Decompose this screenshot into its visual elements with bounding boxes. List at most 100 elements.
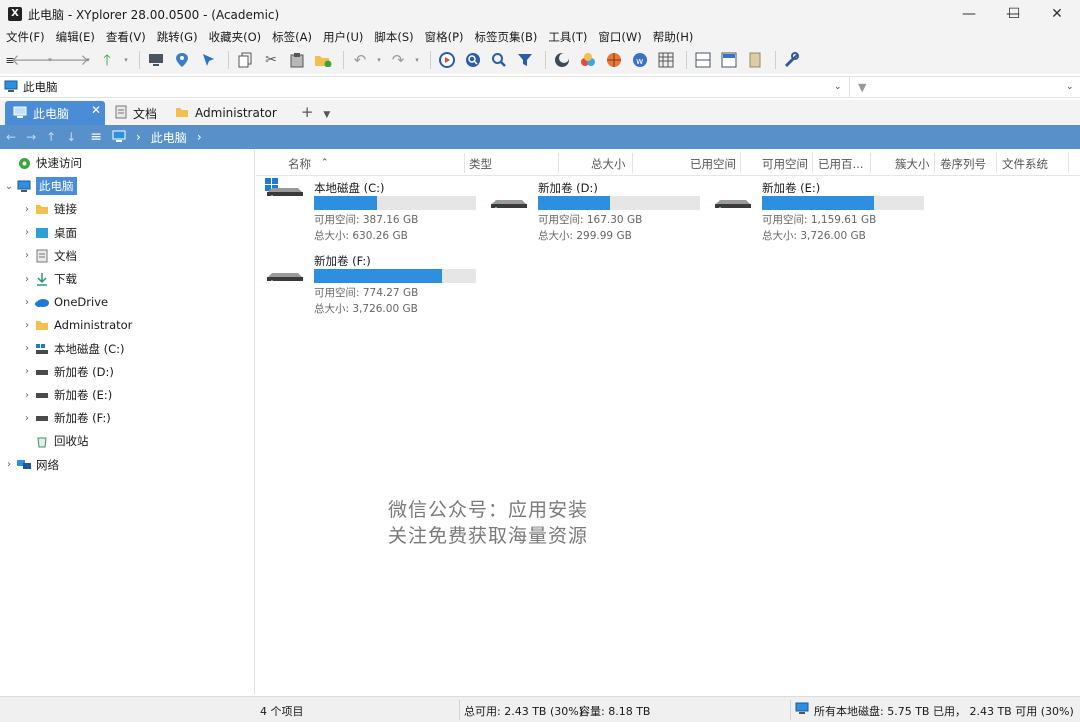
column-separator[interactable] xyxy=(934,153,935,173)
column-total-size[interactable]: 总大小 xyxy=(591,156,626,172)
tree-item[interactable]: › 新加卷 (D:) xyxy=(0,361,255,383)
up-dropdown-icon[interactable]: ▾ xyxy=(122,49,130,71)
chevron-right-icon[interactable]: › xyxy=(20,297,34,308)
chevron-right-icon[interactable]: › xyxy=(20,390,34,401)
new-folder-icon[interactable] xyxy=(312,49,334,71)
menu-item[interactable]: 查看(V) xyxy=(106,29,146,45)
forward-dropdown-icon[interactable]: ▾ xyxy=(84,49,92,71)
back-icon[interactable]: 🡐 xyxy=(11,49,51,71)
menu-item[interactable]: 收藏夹(O) xyxy=(209,29,262,45)
column-cluster-size[interactable]: 簇大小 xyxy=(895,156,930,172)
column-type[interactable]: 类型 xyxy=(469,156,492,172)
tree-item[interactable]: › OneDrive xyxy=(0,291,255,313)
minimize-button-visible[interactable]: — xyxy=(946,0,992,28)
column-separator[interactable] xyxy=(632,153,633,173)
chevron-down-icon[interactable]: ⌄ xyxy=(2,181,16,192)
tree-item[interactable]: › 下载 xyxy=(0,268,255,290)
split-h-icon[interactable] xyxy=(692,49,714,71)
tree-item[interactable]: › 文档 xyxy=(0,245,255,267)
column-free-space[interactable]: 可用空间 xyxy=(762,156,808,172)
badge-icon[interactable]: w xyxy=(629,49,651,71)
menu-item[interactable]: 跳转(G) xyxy=(157,29,198,45)
copy-icon[interactable] xyxy=(234,49,256,71)
column-separator[interactable] xyxy=(464,153,465,173)
address-input[interactable]: 此电脑 xyxy=(0,77,850,97)
tools-icon[interactable] xyxy=(781,49,803,71)
new-tab-icon[interactable]: + xyxy=(301,103,314,121)
menu-item[interactable]: 用户(U) xyxy=(323,29,363,45)
tab-documents[interactable]: 文档 xyxy=(107,101,165,125)
column-file-system[interactable]: 文件系统 xyxy=(1002,156,1048,172)
chevron-right-icon[interactable]: › xyxy=(20,250,34,261)
chevron-right-icon[interactable]: › xyxy=(136,130,141,144)
tree-item[interactable]: › 新加卷 (F:) xyxy=(0,407,255,429)
down-icon[interactable]: ↓ xyxy=(66,130,76,144)
column-separator[interactable] xyxy=(996,153,997,173)
tab-list-dropdown-icon[interactable]: ▼ xyxy=(323,110,330,120)
breadcrumb-menu-icon[interactable]: ≡ xyxy=(90,129,102,145)
drive-tile[interactable]: 本地磁盘 (C:) 可用空间: 387.16 GB 总大小: 630.26 GB xyxy=(264,178,478,244)
forward-icon[interactable]: → xyxy=(26,130,36,144)
tree-item[interactable]: › 新加卷 (E:) xyxy=(0,384,255,406)
basketball-icon[interactable] xyxy=(603,49,625,71)
tree-item[interactable]: › 网络 xyxy=(0,454,255,476)
up-icon[interactable]: ↑ xyxy=(46,130,56,144)
address-dropdown-icon[interactable]: ⌄ xyxy=(834,82,842,92)
menu-item[interactable]: 窗格(P) xyxy=(425,29,464,45)
filter-dropdown-icon[interactable]: ⌄ xyxy=(1066,82,1074,92)
menu-item[interactable]: 帮助(H) xyxy=(653,29,694,45)
menu-item[interactable]: 工具(T) xyxy=(548,29,587,45)
split-v-icon[interactable] xyxy=(718,49,740,71)
tab-close-icon[interactable]: ✕ xyxy=(91,103,101,117)
media-play-icon[interactable] xyxy=(436,49,458,71)
column-separator[interactable] xyxy=(870,153,871,173)
find-icon[interactable] xyxy=(488,49,510,71)
tree-item[interactable]: › 本地磁盘 (C:) xyxy=(0,338,255,360)
back-icon[interactable]: ← xyxy=(6,130,16,144)
book-icon[interactable] xyxy=(744,49,766,71)
location-pin-icon[interactable] xyxy=(171,49,193,71)
tree-item[interactable]: › Administrator xyxy=(0,314,255,336)
computer-icon[interactable] xyxy=(145,49,167,71)
chevron-right-icon[interactable]: › xyxy=(20,320,34,331)
cut-icon[interactable]: ✂ xyxy=(260,49,282,71)
tree-item[interactable]: › 桌面 xyxy=(0,222,255,244)
menu-item[interactable]: 窗口(W) xyxy=(598,29,641,45)
menu-item[interactable]: 标签(A) xyxy=(272,29,312,45)
paste-icon[interactable] xyxy=(286,49,308,71)
chevron-right-icon[interactable]: › xyxy=(2,459,16,470)
tree-item[interactable]: › 链接 xyxy=(0,198,255,220)
column-used-percent[interactable]: 已用百... xyxy=(818,156,863,172)
menu-item[interactable]: 脚本(S) xyxy=(374,29,413,45)
drive-tile[interactable]: 新加卷 (E:) 可用空间: 1,159.61 GB 总大小: 3,726.00 G… xyxy=(712,180,926,244)
moon-icon[interactable] xyxy=(551,49,573,71)
column-separator[interactable] xyxy=(1068,153,1069,173)
chevron-right-icon[interactable]: › xyxy=(20,413,34,424)
undo-dropdown-icon[interactable]: ▾ xyxy=(375,49,383,71)
chevron-right-icon[interactable]: › xyxy=(20,204,34,215)
colors-icon[interactable] xyxy=(577,49,599,71)
redo-dropdown-icon[interactable]: ▾ xyxy=(413,49,421,71)
column-name[interactable]: 名称 xyxy=(288,156,311,172)
grid-icon[interactable] xyxy=(655,49,677,71)
maximize-button-visible[interactable]: ☐ xyxy=(991,0,1037,28)
column-separator[interactable] xyxy=(812,153,813,173)
breadcrumb-segment[interactable]: 此电脑 xyxy=(151,129,187,146)
menu-item[interactable]: 文件(F) xyxy=(6,29,45,45)
computer-icon[interactable] xyxy=(112,130,126,145)
chevron-right-icon[interactable]: › xyxy=(20,227,34,238)
chevron-right-icon[interactable]: › xyxy=(20,274,34,285)
menu-item[interactable]: 标签页集(B) xyxy=(475,29,538,45)
column-separator[interactable] xyxy=(558,153,559,173)
chevron-right-icon[interactable]: › xyxy=(20,366,34,377)
menu-item[interactable]: 编辑(E) xyxy=(56,29,95,45)
chevron-right-icon[interactable]: › xyxy=(197,130,202,144)
tree-item[interactable]: 回收站 xyxy=(0,430,255,452)
search-icon[interactable] xyxy=(462,49,484,71)
drive-tile[interactable]: 新加卷 (D:) 可用空间: 167.30 GB 总大小: 299.99 GB xyxy=(488,180,702,244)
drive-tile[interactable]: 新加卷 (F:) 可用空间: 774.27 GB 总大小: 3,726.00 GB xyxy=(264,253,478,317)
tab-administrator[interactable]: Administrator xyxy=(167,101,285,125)
pointer-icon[interactable] xyxy=(197,49,219,71)
tree-item[interactable]: ⌄ 此电脑 xyxy=(0,175,255,197)
chevron-right-icon[interactable]: › xyxy=(20,343,34,354)
